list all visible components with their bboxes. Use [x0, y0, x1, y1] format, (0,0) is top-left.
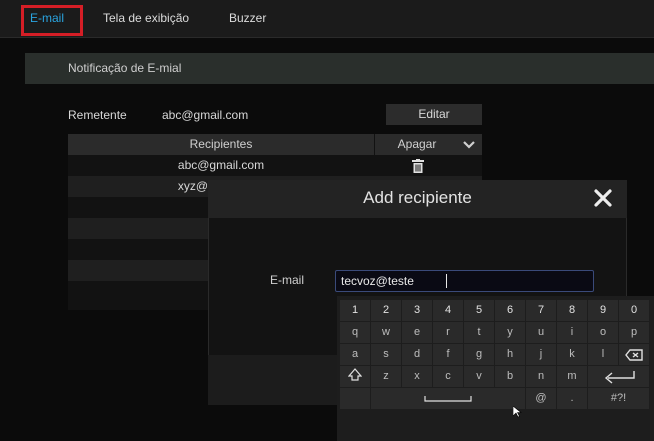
key-q[interactable]: q	[340, 322, 370, 343]
shift-key[interactable]	[340, 366, 370, 387]
key-1[interactable]: 1	[340, 300, 370, 321]
space-key[interactable]	[371, 388, 525, 409]
enter-key[interactable]	[588, 366, 649, 387]
key-r[interactable]: r	[433, 322, 463, 343]
key-w[interactable]: w	[371, 322, 401, 343]
key-7[interactable]: 7	[526, 300, 556, 321]
tab-email-highlight-box	[21, 5, 83, 36]
chevron-down-icon[interactable]	[462, 138, 476, 152]
key-l[interactable]: l	[588, 344, 618, 365]
key-dot[interactable]: .	[557, 388, 587, 409]
backspace-key[interactable]	[619, 344, 649, 365]
dialog-header: Add recipiente	[208, 180, 627, 218]
key-p[interactable]: p	[619, 322, 649, 343]
key-6[interactable]: 6	[495, 300, 525, 321]
key-y[interactable]: y	[495, 322, 525, 343]
key-8[interactable]: 8	[557, 300, 587, 321]
key-e[interactable]: e	[402, 322, 432, 343]
key-n[interactable]: n	[526, 366, 556, 387]
shift-icon	[347, 368, 363, 381]
key-0[interactable]: 0	[619, 300, 649, 321]
key-d[interactable]: d	[402, 344, 432, 365]
key-v[interactable]: v	[464, 366, 494, 387]
key-at[interactable]: @	[526, 388, 556, 409]
table-row[interactable]: abc@gmail.com	[68, 155, 482, 176]
key-b[interactable]: b	[495, 366, 525, 387]
top-tab-bar: E-mail Tela de exibição Buzzer	[0, 0, 654, 38]
blank-key[interactable]	[340, 388, 370, 409]
key-u[interactable]: u	[526, 322, 556, 343]
col-delete: Apagar	[397, 137, 437, 151]
recipient-email: abc@gmail.com	[177, 158, 265, 172]
key-g[interactable]: g	[464, 344, 494, 365]
section-title: Notificação de E-mial	[68, 61, 182, 75]
sender-label: Remetente	[68, 108, 127, 122]
key-m[interactable]: m	[557, 366, 587, 387]
key-z[interactable]: z	[371, 366, 401, 387]
col-recipients: Recipientes	[189, 137, 253, 151]
key-2[interactable]: 2	[371, 300, 401, 321]
key-k[interactable]: k	[557, 344, 587, 365]
enter-icon	[604, 371, 635, 384]
text-caret	[446, 274, 447, 288]
dialog-footer	[208, 355, 338, 405]
dialog-title: Add recipiente	[363, 188, 472, 207]
key-5[interactable]: 5	[464, 300, 494, 321]
key-j[interactable]: j	[526, 344, 556, 365]
tab-display[interactable]: Tela de exibição	[103, 11, 189, 25]
key-3[interactable]: 3	[402, 300, 432, 321]
mouse-pointer-icon	[513, 406, 522, 418]
key-i[interactable]: i	[557, 322, 587, 343]
sender-value: abc@gmail.com	[162, 108, 249, 122]
email-label: E-mail	[270, 273, 305, 287]
section-header: Notificação de E-mial	[25, 53, 654, 84]
backspace-icon	[625, 349, 643, 361]
close-icon[interactable]	[593, 188, 613, 208]
key-4[interactable]: 4	[433, 300, 463, 321]
key-f[interactable]: f	[433, 344, 463, 365]
key-c[interactable]: c	[433, 366, 463, 387]
email-input[interactable]	[335, 270, 594, 292]
key-x[interactable]: x	[402, 366, 432, 387]
tab-buzzer[interactable]: Buzzer	[229, 11, 266, 25]
key-a[interactable]: a	[340, 344, 370, 365]
key-o[interactable]: o	[588, 322, 618, 343]
key-h[interactable]: h	[495, 344, 525, 365]
key-t[interactable]: t	[464, 322, 494, 343]
edit-button[interactable]: Editar	[386, 104, 482, 125]
space-icon	[424, 396, 472, 402]
symbols-key[interactable]: #?!	[588, 388, 649, 409]
key-s[interactable]: s	[371, 344, 401, 365]
trash-icon[interactable]	[412, 159, 424, 173]
recipients-table-header: Recipientes Apagar	[68, 134, 482, 155]
key-9[interactable]: 9	[588, 300, 618, 321]
